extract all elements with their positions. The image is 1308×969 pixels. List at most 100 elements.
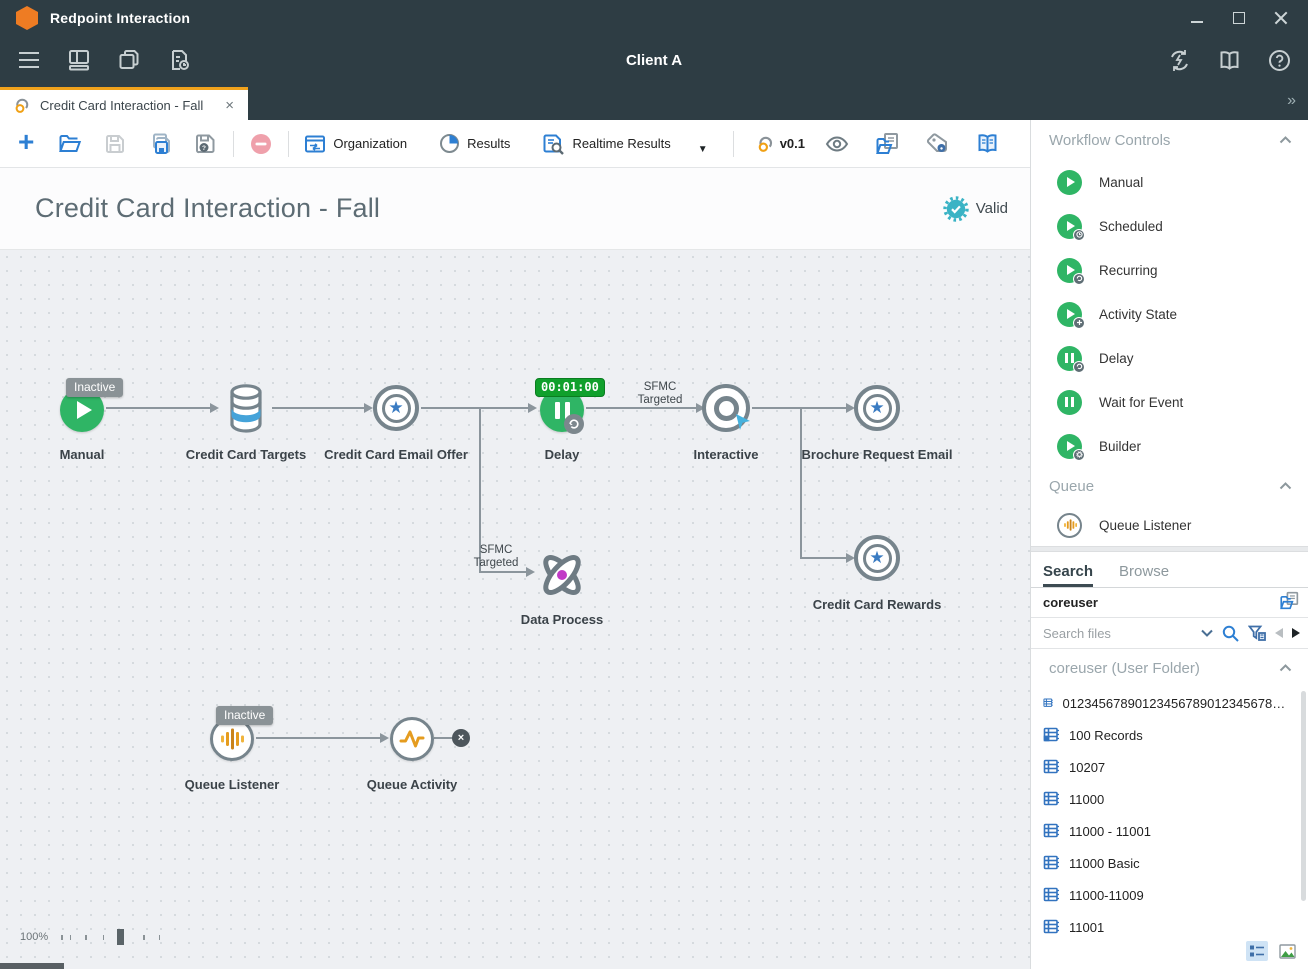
new-button[interactable]: + — [16, 130, 42, 158]
interaction-version-icon — [757, 135, 775, 153]
open-folder-button[interactable] — [1279, 591, 1300, 615]
documentation-button[interactable] — [969, 129, 1006, 158]
play-icon — [77, 401, 92, 419]
file-row[interactable]: 11000 Basic — [1031, 847, 1308, 879]
palette-item-scheduled[interactable]: Scheduled — [1031, 204, 1308, 248]
open-button[interactable] — [52, 129, 88, 159]
tab-overflow-icon[interactable]: » — [1287, 92, 1296, 110]
workspace-button[interactable] — [66, 47, 92, 73]
search-options-chevron-icon[interactable] — [1201, 629, 1213, 637]
file-row[interactable]: 11000 - 11001 — [1031, 815, 1308, 847]
menubar: Client A — [0, 36, 1308, 84]
node-queue-activity[interactable] — [390, 717, 434, 761]
filter-icon[interactable] — [1248, 625, 1266, 641]
folder-header[interactable]: coreuser (User Folder) — [1031, 649, 1308, 687]
tab-close-icon[interactable]: × — [221, 96, 238, 115]
file-row[interactable]: 11000 — [1031, 783, 1308, 815]
file-row[interactable]: 100 Records — [1031, 719, 1308, 751]
file-row[interactable]: 0123456789012345678901234567890123456789… — [1031, 687, 1308, 719]
next-result-icon[interactable] — [1292, 628, 1300, 638]
node-data-process[interactable] — [534, 547, 590, 608]
maximize-icon[interactable] — [1232, 11, 1246, 25]
chevron-up-icon[interactable] — [1279, 664, 1292, 672]
tab-credit-card-interaction[interactable]: Credit Card Interaction - Fall × — [0, 87, 248, 120]
sync-button[interactable] — [1166, 47, 1192, 73]
node-brochure-request-email[interactable]: ★ — [854, 385, 900, 431]
file-list-scrollbar[interactable] — [1301, 691, 1306, 901]
save-button[interactable] — [98, 129, 132, 159]
svg-text:●: ● — [940, 146, 943, 152]
docs-library-button[interactable] — [1216, 47, 1242, 73]
eye-icon — [825, 135, 849, 153]
save-as-button[interactable]: ? — [188, 128, 224, 160]
file-row[interactable]: 11000-11009 — [1031, 879, 1308, 911]
palette-item-activity-state[interactable]: Activity State — [1031, 292, 1308, 336]
close-window-icon[interactable] — [1274, 11, 1288, 25]
open-containing-folder-button[interactable] — [869, 128, 906, 159]
image-view-icon — [1279, 944, 1296, 959]
folder-open-icon — [58, 133, 82, 155]
organization-button[interactable]: Organization — [298, 130, 413, 158]
realtime-results-button[interactable]: Realtime Results — [536, 129, 676, 159]
chevron-up-icon[interactable] — [1279, 136, 1292, 144]
results-button[interactable]: Results — [433, 129, 516, 158]
node-credit-card-rewards[interactable]: ★ — [854, 535, 900, 581]
list-view-button[interactable] — [1246, 941, 1268, 961]
node-interactive[interactable] — [702, 384, 750, 432]
toolbar-dropdown-icon[interactable]: ▼ — [698, 144, 708, 155]
queue-header[interactable]: Queue — [1031, 468, 1308, 504]
tab-browse[interactable]: Browse — [1119, 563, 1169, 587]
inactive-badge: Inactive — [66, 378, 123, 397]
zoom-control[interactable]: 100% — [20, 929, 163, 945]
results-label: Results — [467, 136, 510, 151]
version-selector[interactable]: v0.1 — [757, 135, 805, 153]
preview-button[interactable] — [819, 131, 855, 157]
palette-item-manual[interactable]: Manual — [1031, 160, 1308, 204]
node-credit-card-targets[interactable] — [222, 382, 270, 439]
star-icon: ★ — [863, 394, 892, 423]
tab-search[interactable]: Search — [1043, 563, 1093, 587]
horizontal-scrollbar[interactable] — [0, 963, 64, 969]
thumbnail-view-button[interactable] — [1276, 941, 1298, 961]
search-input[interactable] — [1043, 626, 1192, 641]
pause-refresh-icon — [1057, 346, 1082, 371]
scope-value[interactable]: coreuser — [1043, 595, 1098, 610]
scheduled-docs-button[interactable] — [166, 47, 192, 73]
palette-item-delay[interactable]: Delay — [1031, 336, 1308, 380]
palette-header[interactable]: Workflow Controls — [1031, 120, 1308, 160]
save-copy-button[interactable] — [142, 128, 178, 160]
audio-bars-icon — [219, 726, 245, 752]
help-button[interactable] — [1266, 47, 1292, 73]
minimize-icon[interactable] — [1190, 11, 1204, 25]
hamburger-icon — [19, 52, 39, 69]
palette-item-wait-for-event[interactable]: Wait for Event — [1031, 380, 1308, 424]
table-icon — [1043, 695, 1054, 711]
edge-targets-emailoffer — [272, 407, 364, 409]
search-icon[interactable] — [1222, 625, 1239, 642]
zoom-slider-handle[interactable] — [117, 929, 124, 945]
file-row[interactable]: 10207 — [1031, 751, 1308, 783]
edge-manual-targets — [106, 407, 210, 409]
stop-button[interactable] — [243, 128, 279, 160]
main-menu-button[interactable] — [16, 47, 42, 73]
table-icon — [1043, 759, 1060, 775]
node-label: Credit Card Targets — [186, 447, 306, 462]
palette-item-queue-listener[interactable]: Queue Listener — [1031, 504, 1308, 546]
stop-minus-icon — [249, 132, 273, 156]
chevron-up-icon[interactable] — [1279, 482, 1292, 490]
documents-button[interactable] — [116, 47, 142, 73]
node-label: Queue Listener — [185, 777, 280, 792]
file-row[interactable]: 11001 — [1031, 911, 1308, 939]
palette-item-builder[interactable]: Builder — [1031, 424, 1308, 468]
tags-button[interactable]: ● — [920, 128, 955, 159]
node-credit-card-email-offer[interactable]: ★ — [373, 385, 419, 431]
svg-text:?: ? — [202, 145, 206, 152]
play-plus-icon — [1057, 302, 1082, 327]
copy-save-icon — [148, 132, 172, 156]
workflow-canvas[interactable]: SFMC Targeted SFMC Targeted Inactive Man… — [0, 250, 1030, 969]
prev-result-icon[interactable] — [1275, 628, 1283, 638]
detach-icon[interactable]: × — [452, 729, 470, 747]
table-icon — [1043, 919, 1060, 935]
palette-item-recurring[interactable]: Recurring — [1031, 248, 1308, 292]
tab-label: Credit Card Interaction - Fall — [40, 98, 203, 113]
